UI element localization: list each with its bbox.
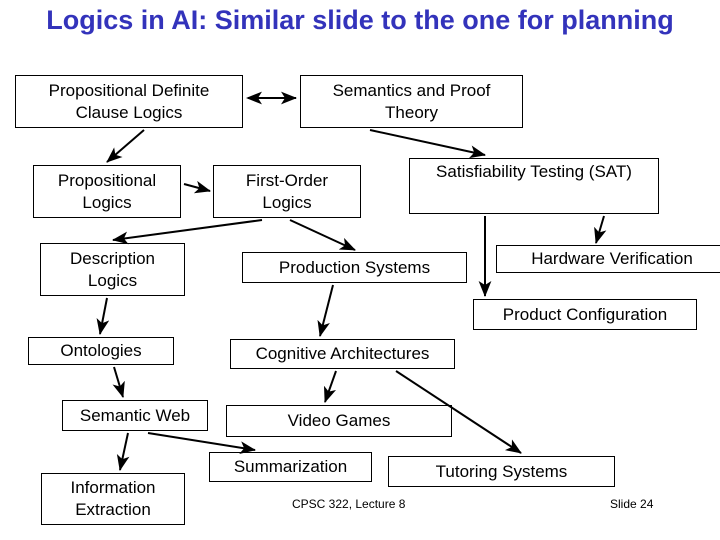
node-hardver[interactable]: Hardware Verification — [496, 245, 720, 273]
edge-sat-hardver — [594, 215, 607, 244]
edge-cogarch-vidgames — [323, 370, 337, 403]
edge-semproof-sat — [369, 129, 486, 159]
node-prodconf[interactable]: Product Configuration — [473, 299, 697, 330]
node-proplog[interactable]: Propositional Logics — [33, 165, 181, 218]
node-summ[interactable]: Summarization — [209, 452, 372, 482]
footer-slide-number: Slide 24 — [610, 497, 654, 511]
edge-semweb-infoext — [116, 432, 130, 471]
node-infoext[interactable]: Information Extraction — [41, 473, 185, 525]
edge-pdcl-proplog — [106, 129, 145, 163]
edge-folog-prodsys — [289, 219, 356, 251]
node-semweb[interactable]: Semantic Web — [62, 400, 208, 431]
edge-proplog-folog — [183, 180, 211, 194]
node-cogarch[interactable]: Cognitive Architectures — [230, 339, 455, 369]
node-ontol[interactable]: Ontologies — [28, 337, 174, 365]
edge-ontol-semweb — [112, 366, 125, 398]
node-vidgames[interactable]: Video Games — [226, 405, 452, 437]
page-title: Logics in AI: Similar slide to the one f… — [46, 5, 674, 35]
node-prodsys[interactable]: Production Systems — [242, 252, 467, 283]
node-pdcl[interactable]: Propositional Definite Clause Logics — [15, 75, 243, 128]
node-semproof[interactable]: Semantics and Proof Theory — [300, 75, 523, 128]
slide-canvas: Logics in AI: Similar slide to the one f… — [0, 0, 720, 540]
node-sat[interactable]: Satisfiability Testing (SAT) — [409, 158, 659, 214]
edge-desclog-ontol — [96, 297, 110, 335]
edge-folog-desclog — [112, 219, 263, 245]
node-desclog[interactable]: Description Logics — [40, 243, 185, 296]
edge-prodsys-cogarch — [317, 284, 334, 337]
node-folog[interactable]: First-Order Logics — [213, 165, 361, 218]
node-tutor[interactable]: Tutoring Systems — [388, 456, 615, 487]
footer-lecture-label: CPSC 322, Lecture 8 — [292, 497, 406, 511]
